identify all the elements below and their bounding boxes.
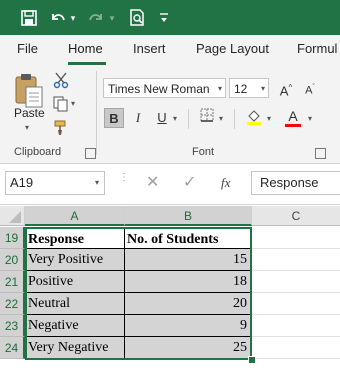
column-header-a[interactable]: A (25, 206, 125, 226)
paste-dropdown-icon[interactable]: ▾ (25, 123, 29, 132)
font-color-dropdown-icon[interactable]: ▾ (308, 114, 312, 123)
copy-icon[interactable] (52, 95, 70, 113)
table-cell[interactable]: Positive (25, 271, 125, 293)
font-group-label: Font (192, 146, 215, 158)
font-launcher-icon[interactable] (315, 148, 326, 159)
customize-qat-icon[interactable] (158, 7, 170, 29)
ribbon: Paste ▾ ▾ Clipboard Times New Roman ▾ 12… (0, 65, 340, 164)
formula-input[interactable]: Response (251, 171, 340, 195)
column-header-c[interactable]: C (252, 206, 340, 226)
table-cell[interactable]: 18 (124, 271, 251, 293)
font-size-value: 12 (234, 82, 248, 96)
table-cell[interactable]: Neutral (25, 293, 125, 315)
underline-dropdown-icon[interactable]: ▾ (173, 114, 177, 123)
format-painter-icon[interactable] (52, 119, 70, 137)
table-cell[interactable]: Negative (25, 315, 125, 337)
font-name-value: Times New Roman (108, 82, 210, 96)
fill-color-icon[interactable] (244, 108, 264, 128)
tab-insert[interactable]: Insert (133, 41, 166, 56)
bold-button[interactable]: B (104, 108, 124, 128)
increase-font-size-button[interactable]: A^ (276, 78, 296, 98)
empty-cell[interactable] (252, 315, 340, 337)
copy-dropdown-icon[interactable]: ▾ (71, 99, 75, 108)
underline-button[interactable]: U (152, 108, 172, 128)
redo-dropdown-icon[interactable]: ▾ (108, 7, 116, 29)
table-cell[interactable]: Very Negative (25, 337, 125, 359)
table-cell[interactable]: 20 (124, 293, 251, 315)
table-cell[interactable]: 15 (124, 249, 251, 271)
chevron-down-icon: ▾ (94, 178, 99, 187)
borders-icon[interactable] (197, 108, 217, 128)
row-header[interactable]: 23 (0, 315, 25, 337)
tab-page-layout[interactable]: Page Layout (196, 41, 269, 56)
empty-cell[interactable] (252, 293, 340, 315)
table-cell[interactable]: 25 (124, 337, 251, 359)
enter-icon[interactable]: ✓ (183, 175, 199, 191)
font-color-button[interactable]: A (283, 106, 303, 127)
font-separator (188, 109, 189, 129)
clipboard-launcher-icon[interactable] (85, 148, 96, 159)
select-all-button[interactable] (0, 206, 25, 226)
chevron-down-icon: ▾ (260, 84, 265, 93)
name-box[interactable]: A19 ▾ (5, 171, 105, 195)
print-preview-icon[interactable] (127, 7, 147, 29)
row-header[interactable]: 21 (0, 271, 25, 293)
table-cell[interactable]: Very Positive (25, 249, 125, 271)
italic-button[interactable]: I (128, 108, 148, 128)
empty-cell[interactable] (252, 249, 340, 271)
decrease-font-glyph: A (305, 84, 313, 97)
cut-icon[interactable] (52, 71, 70, 89)
row-header[interactable]: 20 (0, 249, 25, 271)
decrease-font-size-button[interactable]: Aˇ (300, 78, 320, 98)
formula-bar-grip-icon[interactable]: ⋮ (119, 173, 129, 191)
empty-cell[interactable] (252, 337, 340, 359)
name-box-value: A19 (10, 175, 34, 190)
paste-label[interactable]: Paste (14, 106, 45, 120)
table-cell[interactable]: 9 (124, 315, 251, 337)
undo-dropdown-icon[interactable]: ▾ (69, 7, 77, 29)
fill-color-dropdown-icon[interactable]: ▾ (267, 114, 271, 123)
column-header-b[interactable]: B (125, 206, 252, 226)
title-bar: ▾ ▾ (0, 0, 340, 35)
font-name-combo[interactable]: Times New Roman ▾ (103, 78, 226, 98)
row-header[interactable]: 24 (0, 337, 25, 359)
table-header-cell[interactable]: Response (25, 227, 125, 249)
font-size-combo[interactable]: 12 ▾ (229, 78, 269, 98)
table-header-cell[interactable]: No. of Students (124, 227, 251, 249)
cancel-icon[interactable]: ✕ (146, 175, 162, 191)
borders-dropdown-icon[interactable]: ▾ (219, 114, 223, 123)
undo-icon[interactable] (48, 7, 68, 29)
tab-home[interactable]: Home (68, 41, 103, 56)
row-header[interactable]: 19 (0, 227, 25, 249)
redo-icon[interactable] (86, 7, 106, 29)
group-separator (96, 71, 97, 155)
font-separator (234, 109, 235, 129)
font-color-swatch (285, 124, 301, 127)
empty-cell[interactable] (252, 271, 340, 293)
tab-file[interactable]: File (17, 41, 38, 56)
row-header[interactable]: 22 (0, 293, 25, 315)
insert-function-button[interactable]: fx (221, 175, 241, 191)
fill-handle[interactable] (248, 356, 256, 364)
paste-icon[interactable] (12, 71, 46, 111)
clipboard-group-label: Clipboard (14, 146, 62, 158)
tab-formulas[interactable]: Formul (297, 41, 337, 56)
font-color-glyph: A (288, 108, 298, 124)
ribbon-tabs: File Home Insert Page Layout Formul (0, 35, 340, 65)
save-icon[interactable] (18, 7, 40, 29)
empty-cell[interactable] (252, 227, 340, 249)
chevron-down-icon: ▾ (217, 84, 222, 93)
